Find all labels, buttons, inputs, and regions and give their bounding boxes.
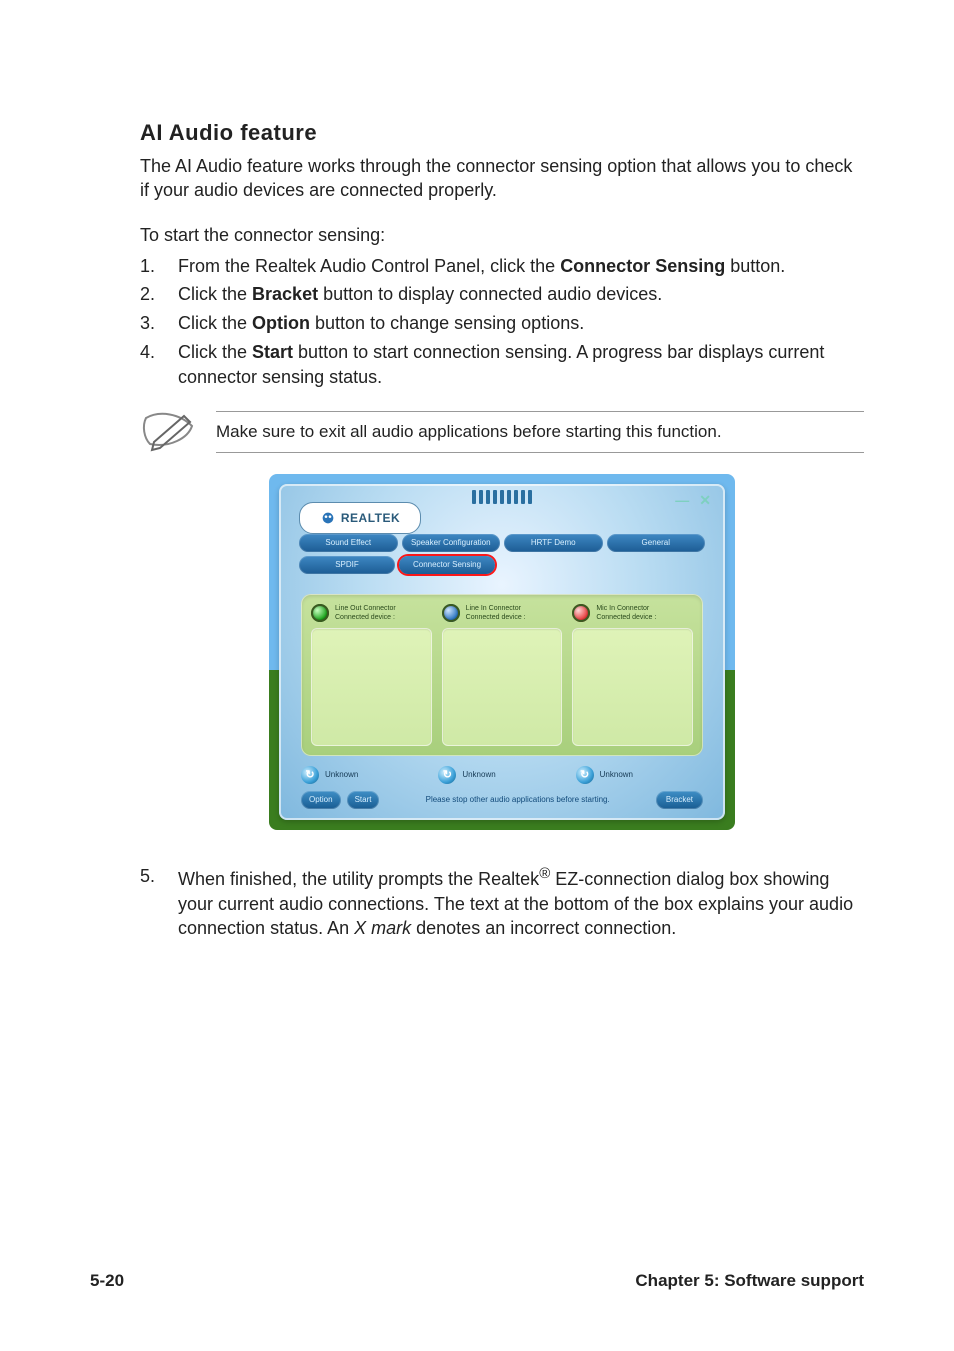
realtek-logo: REALTEK (299, 502, 421, 534)
crab-icon (320, 510, 336, 526)
connector-line-in: Line In Connector Connected device : (442, 604, 563, 746)
step-text: Click the Bracket button to display conn… (178, 282, 864, 307)
connector-subtitle: Connected device : (596, 613, 656, 622)
drag-grip-icon[interactable] (472, 490, 532, 504)
step-item: 1. From the Realtek Audio Control Panel,… (140, 254, 864, 279)
step-text: Click the Option button to change sensin… (178, 311, 864, 336)
page-number: 5-20 (90, 1271, 124, 1291)
note-callout: Make sure to exit all audio applications… (140, 408, 864, 456)
step-item: 3. Click the Option button to change sen… (140, 311, 864, 336)
connector-canvas (572, 628, 693, 746)
unknown-row: ↻ Unknown ↻ Unknown ↻ Unknown (301, 766, 703, 784)
realtek-screenshot: — ✕ REALTEK Sound Effect Speaker Configu… (269, 474, 735, 830)
tab-hrtf-demo[interactable]: HRTF Demo (504, 534, 603, 552)
step-number: 2. (140, 282, 160, 307)
intro-paragraph: The AI Audio feature works through the c… (140, 154, 864, 203)
start-button[interactable]: Start (347, 791, 380, 809)
page-footer: 5-20 Chapter 5: Software support (90, 1271, 864, 1291)
refresh-icon[interactable]: ↻ (301, 766, 319, 784)
connector-line-out: Line Out Connector Connected device : (311, 604, 432, 746)
tab-spdif[interactable]: SPDIF (299, 556, 395, 574)
step-number: 4. (140, 340, 160, 390)
chapter-label: Chapter 5: Software support (635, 1271, 864, 1291)
tab-connector-sensing[interactable]: Connector Sensing (399, 556, 495, 574)
note-text: Make sure to exit all audio applications… (216, 411, 864, 453)
connector-subtitle: Connected device : (335, 613, 396, 622)
tab-sound-effect[interactable]: Sound Effect (299, 534, 398, 552)
bottom-bar: Option Start Please stop other audio app… (301, 788, 703, 812)
step-text: When finished, the utility prompts the R… (178, 864, 864, 941)
step-text: Click the Start button to start connecti… (178, 340, 864, 390)
unknown-label: Unknown (600, 770, 633, 779)
step-item: 2. Click the Bracket button to display c… (140, 282, 864, 307)
connector-title: Mic In Connector (596, 604, 656, 613)
step-number: 5. (140, 864, 160, 941)
lead-sentence: To start the connector sensing: (140, 225, 864, 246)
connector-title: Line In Connector (466, 604, 526, 613)
step-number: 1. (140, 254, 160, 279)
section-heading: AI Audio feature (140, 120, 864, 146)
step-text: From the Realtek Audio Control Panel, cl… (178, 254, 864, 279)
connector-area: Line Out Connector Connected device : Li… (301, 594, 703, 756)
tab-speaker-config[interactable]: Speaker Configuration (402, 534, 501, 552)
bracket-button[interactable]: Bracket (656, 791, 703, 809)
pencil-note-icon (140, 408, 196, 456)
connector-subtitle: Connected device : (466, 613, 526, 622)
jack-green-icon (311, 604, 329, 622)
unknown-item: ↻ Unknown (576, 766, 703, 784)
bottom-message: Please stop other audio applications bef… (385, 795, 649, 804)
tab-bar: Sound Effect Speaker Configuration HRTF … (299, 534, 705, 576)
jack-pink-icon (572, 604, 590, 622)
refresh-icon[interactable]: ↻ (438, 766, 456, 784)
steps-list-cont: 5. When finished, the utility prompts th… (140, 864, 864, 941)
jack-blue-icon (442, 604, 460, 622)
refresh-icon[interactable]: ↻ (576, 766, 594, 784)
app-panel: — ✕ REALTEK Sound Effect Speaker Configu… (279, 484, 725, 820)
unknown-item: ↻ Unknown (438, 766, 565, 784)
connector-title: Line Out Connector (335, 604, 396, 613)
steps-list: 1. From the Realtek Audio Control Panel,… (140, 254, 864, 390)
step-item: 5. When finished, the utility prompts th… (140, 864, 864, 941)
unknown-item: ↻ Unknown (301, 766, 428, 784)
minimize-icon[interactable]: — (675, 492, 689, 509)
close-icon[interactable]: ✕ (699, 492, 711, 509)
connector-mic-in: Mic In Connector Connected device : (572, 604, 693, 746)
connector-canvas (311, 628, 432, 746)
unknown-label: Unknown (462, 770, 495, 779)
step-number: 3. (140, 311, 160, 336)
tab-general[interactable]: General (607, 534, 706, 552)
connector-canvas (442, 628, 563, 746)
unknown-label: Unknown (325, 770, 358, 779)
option-button[interactable]: Option (301, 791, 341, 809)
step-item: 4. Click the Start button to start conne… (140, 340, 864, 390)
